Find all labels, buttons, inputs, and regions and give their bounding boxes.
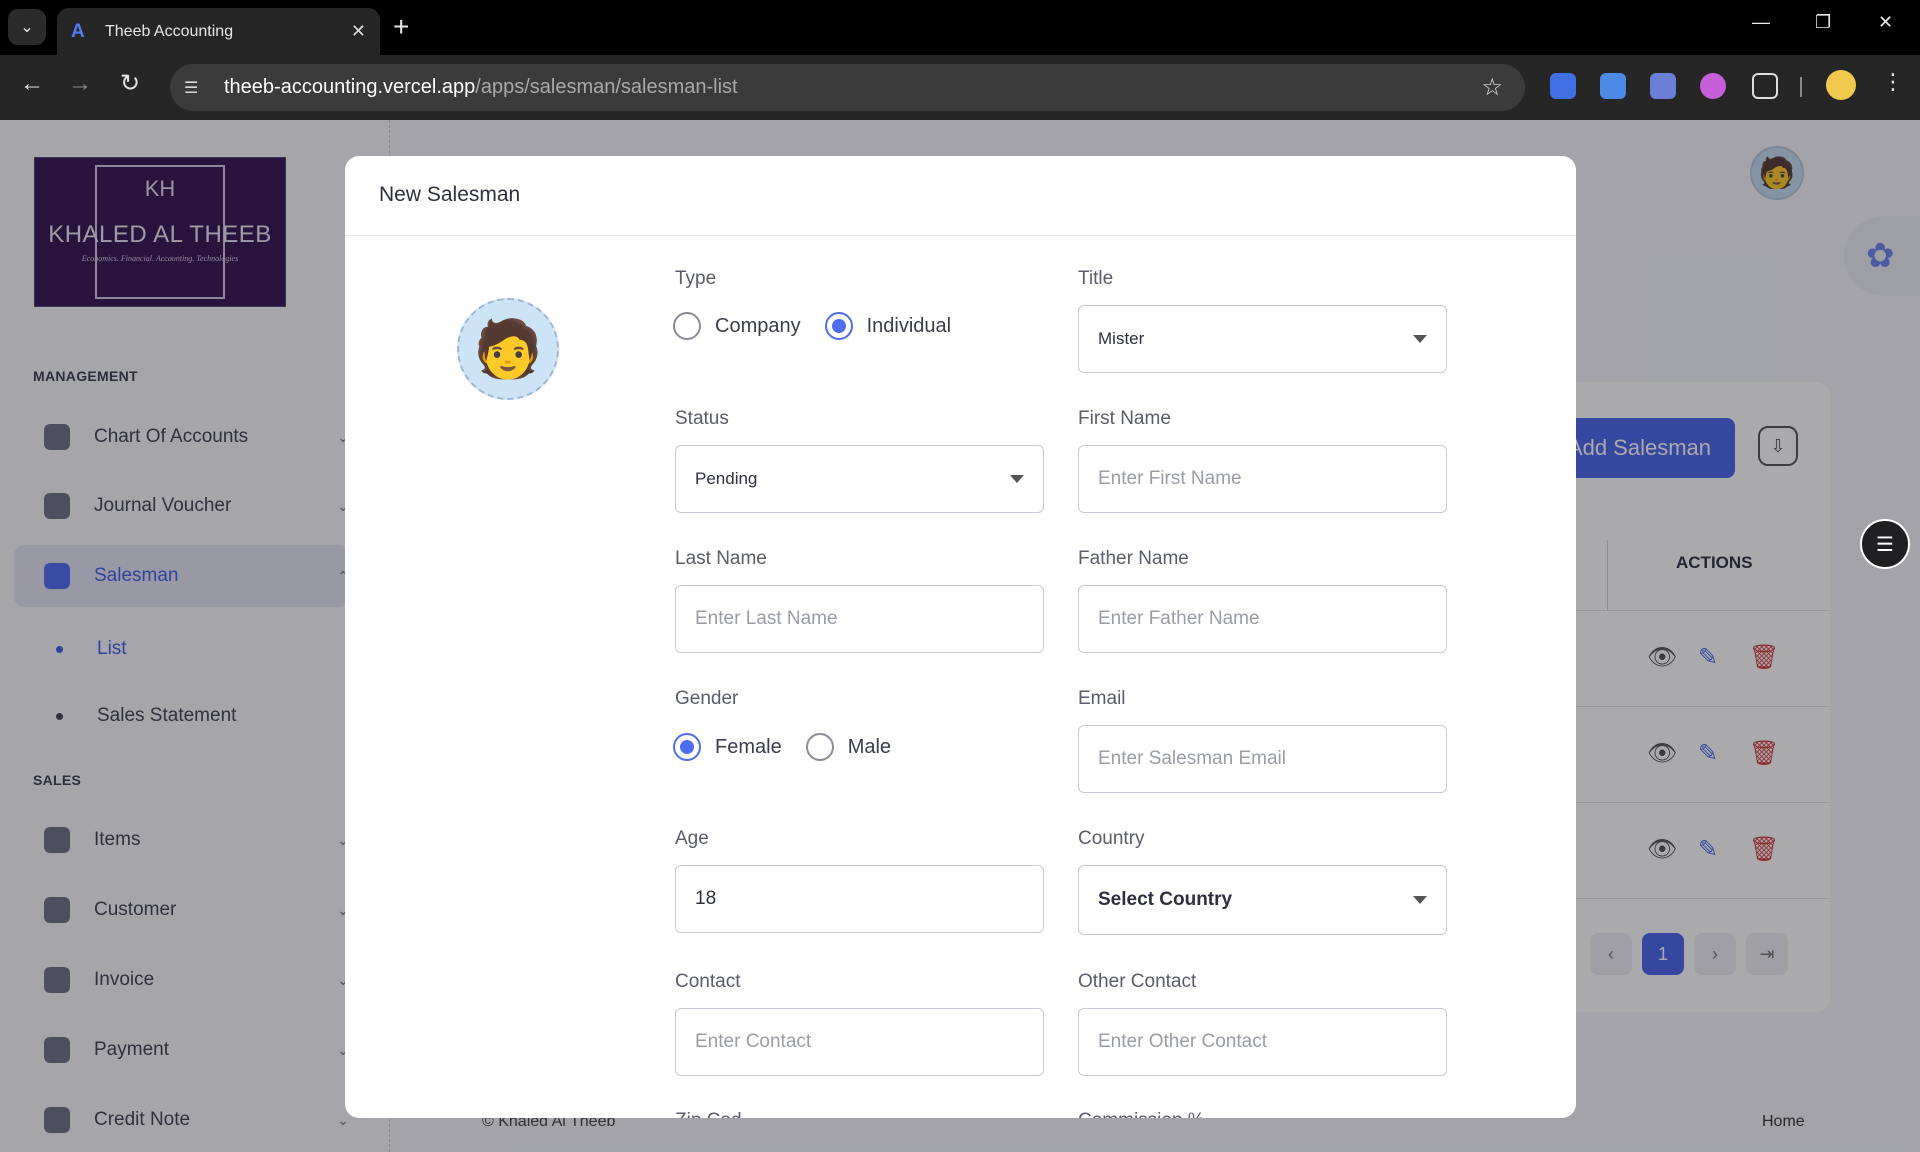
address-bar[interactable]: ☰ theeb-accounting.vercel.app/apps/sales… (170, 64, 1525, 111)
type-radio-group: Company Individual (673, 312, 975, 340)
reload-icon[interactable]: ↻ (120, 70, 140, 98)
browser-toolbar: ← → ↻ ☰ theeb-accounting.vercel.app/apps… (0, 55, 1920, 120)
new-tab-button[interactable]: + (393, 12, 409, 42)
gender-option-male[interactable]: Male (805, 733, 892, 761)
status-select-value: Pending (695, 469, 758, 488)
profile-avatar[interactable] (1826, 70, 1856, 100)
extensions-puzzle-icon[interactable] (1752, 73, 1778, 99)
extension-color-icon[interactable] (1700, 73, 1726, 99)
contact-field[interactable]: Enter Contact (675, 1008, 1044, 1076)
gender-label: Gender (675, 688, 739, 709)
other-contact-label: Other Contact (1078, 971, 1197, 992)
title-label: Title (1078, 268, 1114, 289)
tab-title: Theeb Accounting (105, 22, 234, 40)
other-contact-field[interactable]: Enter Other Contact (1078, 1008, 1447, 1076)
age-value: 18 (695, 888, 717, 909)
radio-label: Company (715, 314, 801, 337)
type-option-individual[interactable]: Individual (824, 312, 952, 340)
dropdown-caret-icon (1413, 335, 1427, 343)
country-select-value: Select Country (1098, 889, 1233, 910)
gender-option-female[interactable]: Female (673, 733, 782, 761)
contact-label: Contact (675, 971, 741, 992)
forward-icon[interactable]: → (68, 70, 92, 98)
browser-menu-icon[interactable]: ⋮ (1882, 69, 1904, 95)
extension-shield-icon[interactable] (1550, 73, 1576, 99)
father-name-placeholder: Enter Father Name (1098, 608, 1260, 629)
commission-label: Commission % (1078, 1110, 1205, 1118)
title-select-value: Mister (1098, 329, 1145, 348)
minimize-icon[interactable]: — (1752, 12, 1770, 33)
tab-search-button[interactable]: ⌄ (8, 9, 46, 45)
site-info-icon[interactable]: ☰ (184, 78, 210, 98)
email-placeholder: Enter Salesman Email (1098, 748, 1286, 769)
browser-tab-bar: ⌄ A Theeb Accounting ✕ + — ❐ ✕ (0, 0, 1920, 55)
extension-translate-icon[interactable] (1650, 73, 1676, 99)
dropdown-caret-icon (1413, 896, 1427, 904)
url-text: theeb-accounting.vercel.app/apps/salesma… (224, 76, 738, 98)
age-label: Age (675, 828, 709, 849)
radio-label: Female (715, 735, 782, 758)
age-field[interactable]: 18 (675, 865, 1044, 933)
app-favicon-icon: A (71, 20, 85, 42)
last-name-label: Last Name (675, 548, 767, 569)
status-label: Status (675, 408, 729, 429)
modal-title: New Salesman (345, 156, 1576, 236)
extension-s-icon[interactable] (1600, 73, 1626, 99)
radio-unchecked-icon[interactable] (805, 733, 834, 761)
close-tab-icon[interactable]: ✕ (351, 21, 366, 42)
contact-placeholder: Enter Contact (695, 1031, 812, 1052)
type-label: Type (675, 268, 717, 289)
email-field[interactable]: Enter Salesman Email (1078, 725, 1447, 793)
country-label: Country (1078, 828, 1145, 849)
new-salesman-modal: New Salesman 🧑 Type Company Individual T… (345, 156, 1576, 1118)
gender-radio-group: Female Male (673, 733, 915, 761)
radio-unchecked-icon[interactable] (673, 312, 701, 340)
customizer-toggle-icon[interactable]: ☰ (1860, 519, 1910, 569)
salesman-avatar-upload[interactable]: 🧑 (457, 298, 559, 400)
close-window-icon[interactable]: ✕ (1878, 12, 1893, 33)
last-name-placeholder: Enter Last Name (695, 608, 838, 629)
toolbar-divider (1800, 77, 1802, 97)
dropdown-caret-icon (1010, 475, 1024, 483)
radio-checked-icon[interactable] (673, 733, 701, 761)
other-contact-placeholder: Enter Other Contact (1098, 1031, 1267, 1052)
father-name-label: Father Name (1078, 548, 1189, 569)
country-select[interactable]: Select Country (1078, 865, 1447, 935)
father-name-field[interactable]: Enter Father Name (1078, 585, 1447, 653)
type-option-company[interactable]: Company (673, 312, 801, 340)
radio-label: Individual (866, 314, 952, 337)
first-name-label: First Name (1078, 408, 1171, 429)
first-name-placeholder: Enter First Name (1098, 468, 1242, 489)
zip-code-label: Zip Cod (675, 1110, 742, 1118)
email-label: Email (1078, 688, 1126, 709)
browser-tab[interactable]: A Theeb Accounting ✕ (57, 8, 380, 55)
back-icon[interactable]: ← (20, 70, 44, 98)
title-select[interactable]: Mister (1078, 305, 1447, 373)
radio-label: Male (847, 735, 892, 758)
first-name-field[interactable]: Enter First Name (1078, 445, 1447, 513)
last-name-field[interactable]: Enter Last Name (675, 585, 1044, 653)
restore-icon[interactable]: ❐ (1815, 12, 1831, 33)
bookmark-star-icon[interactable]: ☆ (1481, 73, 1503, 102)
status-select[interactable]: Pending (675, 445, 1044, 513)
radio-checked-icon[interactable] (824, 312, 853, 340)
